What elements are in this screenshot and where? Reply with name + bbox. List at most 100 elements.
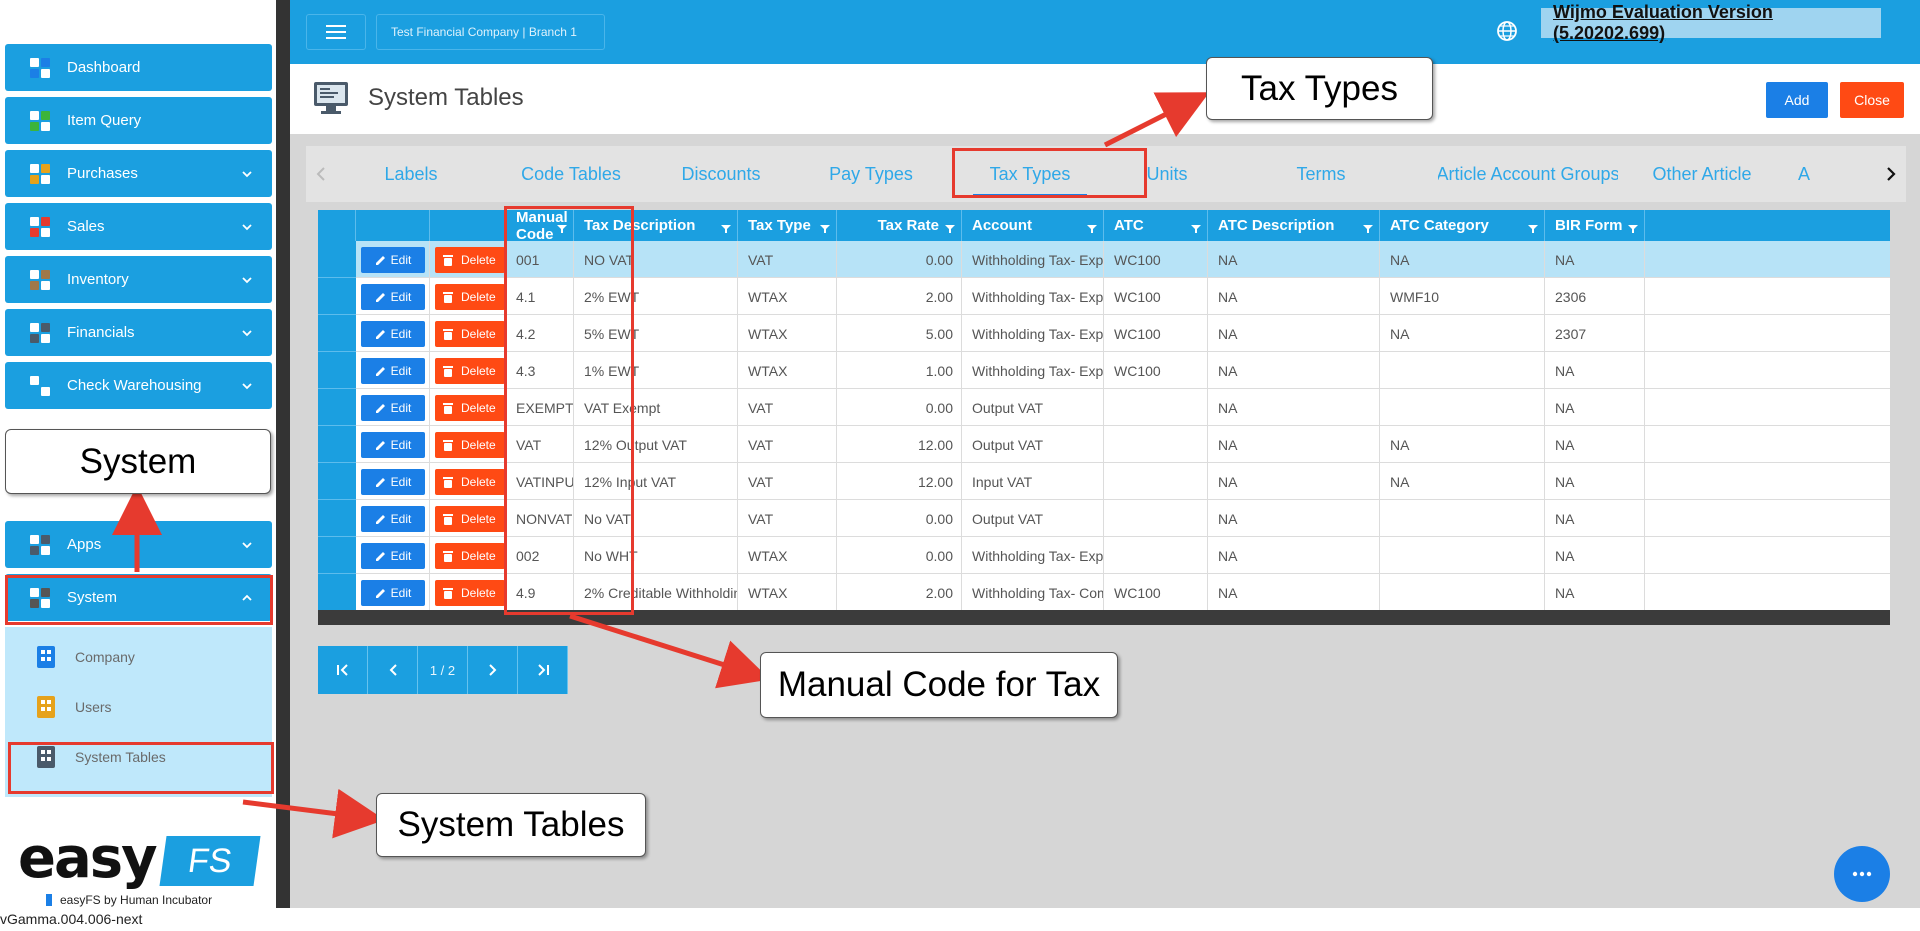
chevron-down-icon [242,219,252,231]
row-header[interactable] [318,537,356,574]
edit-button[interactable]: Edit [361,432,425,458]
pencil-icon [375,366,385,376]
sidebar-item-inventory[interactable]: Inventory [5,256,272,303]
edit-button[interactable]: Edit [361,543,425,569]
sidebar-item-sales[interactable]: Sales [5,203,272,250]
tab-pay-types[interactable]: Pay Types [801,146,941,202]
filter-icon[interactable] [721,221,731,233]
row-header[interactable] [318,574,356,611]
tabs-scroll-right-button[interactable] [1876,146,1906,202]
row-header[interactable] [318,426,356,463]
edit-button-label: Edit [390,475,412,489]
filter-icon[interactable] [820,221,830,233]
filter-icon[interactable] [1087,221,1097,233]
filter-icon[interactable] [1363,221,1373,233]
sidebar-item-label: Dashboard [67,59,141,76]
sidebar-item-apps[interactable]: Apps [5,521,272,568]
delete-button[interactable]: Delete [435,284,505,310]
sidebar-item-purchases[interactable]: Purchases [5,150,272,197]
delete-button[interactable]: Delete [435,432,505,458]
tab-labels[interactable]: Labels [346,146,476,202]
column-header-atc[interactable]: ATC [1104,210,1208,241]
cell-atc-description: NA [1208,463,1380,500]
column-header-label: Account [972,217,1032,234]
trash-icon [443,588,453,599]
delete-button[interactable]: Delete [435,321,505,347]
previous-page-button[interactable] [368,646,418,694]
row-header[interactable] [318,463,356,500]
sidebar-item-label: Sales [67,218,105,235]
column-header-tax-rate[interactable]: Tax Rate [837,210,962,241]
sidebar-subitem-company[interactable]: Company [5,635,272,679]
edit-button[interactable]: Edit [361,580,425,606]
column-header-tax-type[interactable]: Tax Type [738,210,837,241]
first-page-button[interactable] [318,646,368,694]
edit-button[interactable]: Edit [361,321,425,347]
tabs-scroll-left-button[interactable] [306,146,336,202]
globe-icon[interactable] [1496,20,1518,42]
delete-button[interactable]: Delete [435,469,505,495]
tab-terms[interactable]: Terms [1271,146,1371,202]
row-header[interactable] [318,315,356,352]
tab-discounts[interactable]: Discounts [661,146,781,202]
filter-icon[interactable] [1191,221,1201,233]
tab-code-tables[interactable]: Code Tables [496,146,646,202]
tab-other-article[interactable]: Other Article [1632,146,1772,202]
chevron-down-icon [242,166,252,178]
tab-a[interactable]: A [1786,146,1822,202]
sidebar-item-financials[interactable]: Financials [5,309,272,356]
sidebar-subitem-users[interactable]: Users [5,685,272,729]
last-page-button[interactable] [518,646,568,694]
delete-button[interactable]: Delete [435,543,505,569]
delete-button-label: Delete [461,364,496,378]
cell-bir-form: NA [1545,463,1645,500]
chat-button[interactable] [1834,846,1890,902]
row-header[interactable] [318,389,356,426]
edit-button[interactable]: Edit [361,284,425,310]
filter-icon[interactable] [1528,221,1538,233]
chevron-left-icon [389,664,397,676]
sidebar-item-check-warehousing[interactable]: Check Warehousing [5,362,272,409]
menu-toggle-button[interactable] [306,14,366,50]
wijmo-evaluation-banner[interactable]: Wijmo Evaluation Version (5.20202.699) [1541,2,1881,43]
delete-button[interactable]: Delete [435,395,505,421]
column-header-atc-category[interactable]: ATC Category [1380,210,1545,241]
tab-article-account-groups[interactable]: Article Account Groups [1438,146,1618,202]
row-header[interactable] [318,241,356,278]
cell-atc-category [1380,352,1545,389]
cell-atc [1104,500,1208,537]
row-header[interactable] [318,278,356,315]
column-header-atc-description[interactable]: ATC Description [1208,210,1380,241]
sidebar-item-item-query[interactable]: Item Query [5,97,272,144]
highlight-system-menu [5,575,273,625]
edit-button[interactable]: Edit [361,247,425,273]
edit-button[interactable]: Edit [361,395,425,421]
delete-button[interactable]: Delete [435,247,505,273]
tab-label: A [1797,163,1810,184]
edit-button[interactable]: Edit [361,469,425,495]
column-header-account[interactable]: Account [962,210,1104,241]
sidebar-item-dashboard[interactable]: Dashboard [5,44,272,91]
edit-button[interactable]: Edit [361,358,425,384]
delete-button[interactable]: Delete [435,506,505,532]
trash-icon [443,329,453,340]
company-branch-selector[interactable]: Test Financial Company | Branch 1 [376,14,605,50]
close-button[interactable]: Close [1840,82,1904,118]
next-page-button[interactable] [468,646,518,694]
tab-label: Discounts [681,163,761,184]
cell-tax-rate: 12.00 [837,426,962,463]
cell-bir-form: NA [1545,500,1645,537]
cell-atc: WC100 [1104,278,1208,315]
filter-icon[interactable] [1628,221,1638,233]
cell-atc-description: NA [1208,537,1380,574]
column-header-bir-form[interactable]: BIR Form [1545,210,1645,241]
row-header[interactable] [318,352,356,389]
sidebar-item-label: Item Query [67,112,142,129]
edit-button[interactable]: Edit [361,506,425,532]
delete-button[interactable]: Delete [435,358,505,384]
filter-icon[interactable] [945,221,955,233]
row-header[interactable] [318,500,356,537]
pencil-icon [375,292,385,302]
delete-button[interactable]: Delete [435,580,505,606]
add-button[interactable]: Add [1766,82,1828,118]
